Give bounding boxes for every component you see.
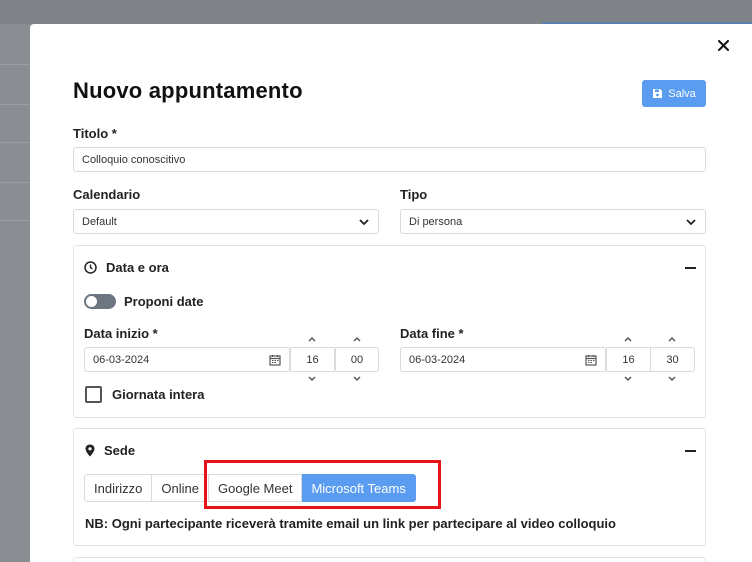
save-button-label: Salva [668,87,696,100]
map-pin-icon [85,444,95,457]
save-button[interactable]: Salva [642,80,706,107]
sede-type-selector: Indirizzo Online Google Meet Microsoft T… [84,474,416,502]
calendar-icon [585,354,597,366]
minute-up-chevron-icon[interactable] [352,334,362,344]
calendario-value: Default [82,215,117,228]
minute-down-chevron-icon[interactable] [352,374,362,384]
fine-hour-input[interactable]: 16 [606,347,651,372]
inizio-hour-input[interactable]: 16 [290,347,335,372]
minute-up-chevron-icon[interactable] [667,334,677,344]
close-icon [717,39,729,51]
next-card [73,557,706,562]
inizio-minute-value: 00 [350,353,364,366]
hour-down-chevron-icon[interactable] [307,374,317,384]
inizio-hour-value: 16 [306,353,319,366]
hour-up-chevron-icon[interactable] [307,334,317,344]
hour-down-chevron-icon[interactable] [623,374,633,384]
minute-down-chevron-icon[interactable] [667,374,677,384]
backdrop-divider [0,220,30,221]
calendario-label: Calendario [73,187,141,202]
titolo-input[interactable]: Colloquio conoscitivo [73,147,706,172]
giornata-intera-label: Giornata intera [112,387,205,402]
fine-hour-value: 16 [622,353,635,366]
data-fine-value: 06-03-2024 [409,353,466,366]
sede-option-indirizzo[interactable]: Indirizzo [84,474,153,502]
tipo-label: Tipo [400,187,428,202]
floppy-disk-icon [653,89,663,98]
sede-option-online[interactable]: Online [152,474,209,502]
date-time-title: Data e ora [106,260,169,275]
proponi-date-toggle[interactable] [84,294,116,309]
collapse-minus-icon[interactable] [685,450,696,452]
titolo-label: Titolo * [73,126,117,141]
data-inizio-input[interactable]: 06-03-2024 [84,347,290,372]
tipo-select[interactable]: Di persona [400,209,706,234]
sede-note: NB: Ogni partecipante riceverà tramite e… [85,516,616,531]
fine-minute-input[interactable]: 30 [650,347,695,372]
chevron-down-icon [359,218,369,225]
clock-icon [84,261,97,274]
page-title: Nuovo appuntamento [73,78,303,103]
close-button[interactable] [713,35,733,55]
data-fine-input[interactable]: 06-03-2024 [400,347,606,372]
inizio-minute-input[interactable]: 00 [335,347,379,372]
backdrop-divider [0,104,30,105]
backdrop-divider [0,142,30,143]
sede-option-google-meet[interactable]: Google Meet [209,474,303,502]
sede-option-microsoft-teams[interactable]: Microsoft Teams [302,474,416,502]
backdrop-header [0,0,752,24]
proponi-date-label: Proponi date [124,294,204,309]
calendar-icon [269,354,281,366]
giornata-intera-checkbox[interactable] [85,386,102,403]
chevron-down-icon [686,218,696,225]
data-inizio-value: 06-03-2024 [93,353,150,366]
new-appointment-modal: Nuovo appuntamento Salva Titolo * Colloq… [30,24,752,562]
data-fine-label: Data fine * [400,326,464,341]
date-time-header[interactable]: Data e ora [84,260,169,275]
backdrop-divider [0,64,30,65]
titolo-value: Colloquio conoscitivo [82,153,186,166]
tipo-value: Di persona [409,215,463,228]
backdrop-divider [0,182,30,183]
sede-header[interactable]: Sede [85,443,135,458]
fine-minute-value: 30 [666,353,679,366]
collapse-minus-icon[interactable] [685,267,696,269]
data-inizio-label: Data inizio * [84,326,158,341]
hour-up-chevron-icon[interactable] [623,334,633,344]
sede-title: Sede [104,443,136,458]
calendario-select[interactable]: Default [73,209,379,234]
